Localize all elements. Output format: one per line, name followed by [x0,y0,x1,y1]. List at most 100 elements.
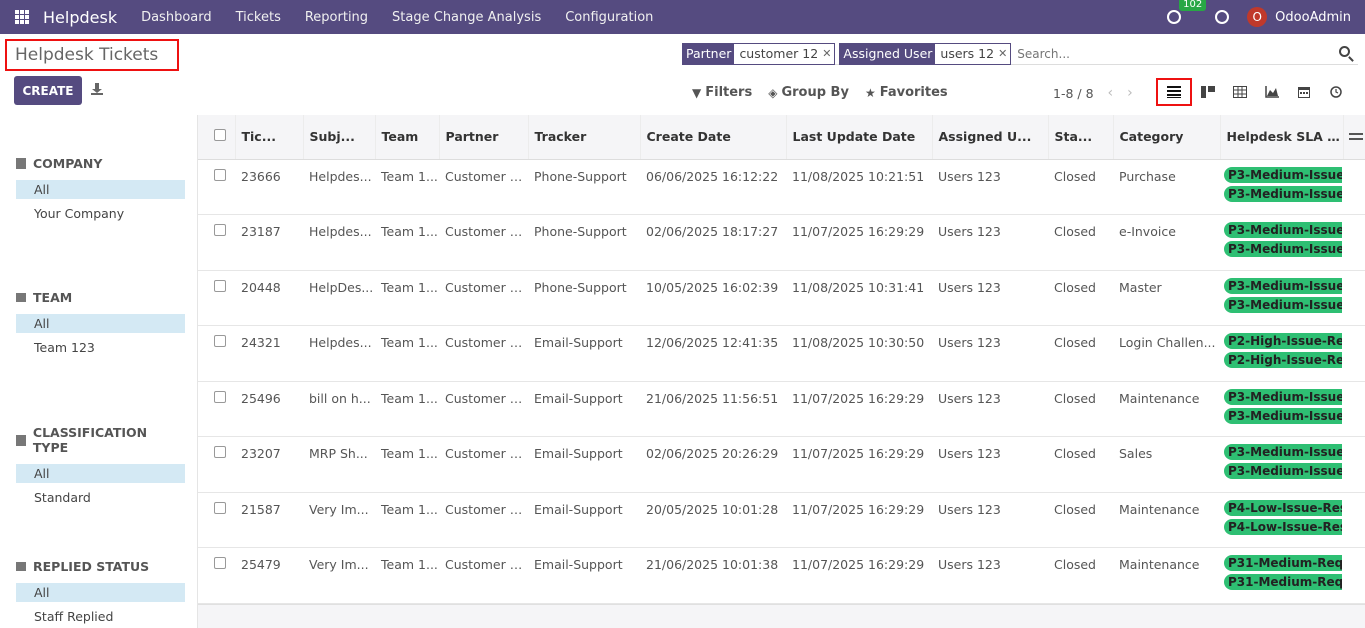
row-checkbox[interactable] [198,325,235,382]
panel-item[interactable]: Team 123 [16,337,185,358]
panel-item[interactable]: Your Company [16,203,185,224]
download-icon[interactable] [91,83,103,95]
column-header-ticket[interactable]: Tic... [235,115,304,160]
pivot-view-button[interactable] [1224,78,1256,106]
row-checkbox[interactable] [198,436,235,493]
cell-category: Master [1113,270,1220,326]
group-by-button[interactable]: ◈ Group By [768,85,849,100]
pager-value[interactable]: 1-8 / 8 [1053,86,1094,101]
panel-title-text: REPLIED STATUS [33,559,150,574]
user-menu[interactable]: OdooAdmin [1275,10,1351,25]
panel-team: TEAM All Team 123 [16,290,185,358]
cell-ticket: 25496 [235,381,303,437]
list-icon [16,434,26,446]
user-avatar[interactable]: O [1247,7,1268,27]
cell-subject: Helpdes... [303,325,375,382]
app-brand[interactable]: Helpdesk [43,8,117,27]
table-row[interactable]: 20448 HelpDes... Team 1... Customer 1... Pho… [198,270,1365,326]
apps-menu-icon[interactable] [15,10,29,24]
table-row[interactable]: 21587 Very Im... Team 1... Customer 1... Ema… [198,492,1365,548]
cell-subject: HelpDes... [303,270,375,326]
cell-subject: Very Im... [303,547,375,604]
select-all-checkbox[interactable] [198,115,236,160]
menu-stage-change-analysis[interactable]: Stage Change Analysis [392,10,541,25]
column-header-stage[interactable]: Sta... [1048,115,1114,160]
table-row[interactable]: 25496 bill on h... Team 1... Customer 1... E… [198,381,1365,437]
search-input[interactable] [1017,46,1338,61]
kanban-icon [1201,86,1215,98]
filters-button[interactable]: ▼ Filters [692,85,752,100]
cell-sla-status: P31-Medium-Reques P31-Medium-Reques [1220,547,1343,604]
panel-title-text: COMPANY [33,156,103,171]
search-icon[interactable] [1339,46,1350,57]
sliders-icon [1348,131,1363,143]
menu-dashboard[interactable]: Dashboard [141,10,212,25]
pager-next-icon[interactable]: › [1127,85,1133,101]
pager: 1-8 / 8 ‹ › [1053,85,1133,101]
table-row[interactable]: 23207 MRP Sh... Team 1... Customer 1... Emai… [198,436,1365,493]
cell-partner: Customer 1... [439,270,528,326]
row-checkbox[interactable] [198,547,235,604]
panel-title: REPLIED STATUS [16,559,185,574]
cell-partner: Customer 1... [439,436,528,493]
column-header-create-date[interactable]: Create Date [640,115,787,160]
cell-stage: Closed [1048,159,1113,215]
remove-facet-icon[interactable]: ✕ [822,47,831,60]
column-header-category[interactable]: Category [1113,115,1221,160]
row-checkbox[interactable] [198,214,235,271]
cell-ticket: 23187 [235,214,303,271]
table-row[interactable]: 23666 Helpdes... Team 1... Customer 1... Pho… [198,159,1365,215]
panel-item[interactable]: Standard [16,487,185,508]
column-header-assigned-user[interactable]: Assigned U... [932,115,1049,160]
panel-title: TEAM [16,290,185,305]
messaging-button[interactable]: 102 [1167,0,1207,24]
create-button[interactable]: CREATE [14,76,82,105]
row-checkbox[interactable] [198,492,235,548]
cell-stage: Closed [1048,270,1113,326]
menu-configuration[interactable]: Configuration [565,10,653,25]
table-row[interactable]: 23187 Helpdes... Team 1... Customer 1... Pho… [198,214,1365,271]
building-icon [16,158,26,169]
column-header-subject[interactable]: Subj... [303,115,376,160]
column-header-team[interactable]: Team [375,115,440,160]
column-header-sla-status[interactable]: Helpdesk SLA St... [1220,115,1344,160]
activities-button[interactable] [1215,10,1230,24]
activity-view-button[interactable] [1320,78,1352,106]
panel-item-all[interactable]: All [16,583,185,602]
panel-item-all[interactable]: All [16,314,185,333]
row-checkbox[interactable] [198,270,235,326]
favorites-button[interactable]: ★ Favorites [865,85,948,100]
graph-view-button[interactable] [1256,78,1288,106]
calendar-view-button[interactable] [1288,78,1320,106]
menu-tickets[interactable]: Tickets [236,10,281,25]
column-header-partner[interactable]: Partner [439,115,529,160]
cell-spacer [1343,381,1365,437]
cell-sla-status: P3-Medium-Issue-Re P3-Medium-Issue-Re [1220,270,1343,326]
cell-assigned-user: Users 123 [932,547,1048,604]
menu-reporting[interactable]: Reporting [305,10,368,25]
cell-partner: Customer 1... [439,381,528,437]
panel-item[interactable]: Staff Replied [16,606,185,627]
table-row[interactable]: 24321 Helpdes... Team 1... Customer 1... Ema… [198,325,1365,382]
kanban-view-button[interactable] [1192,78,1224,106]
cell-spacer [1343,547,1365,604]
panel-item-all[interactable]: All [16,180,185,199]
cell-sla-status: P3-Medium-Issue-Re P3-Medium-Issue-Re [1220,381,1343,437]
chat-icon [1167,10,1182,24]
cell-last-update: 11/07/2025 16:29:29 [786,214,932,271]
list-view-button[interactable] [1156,78,1192,106]
layers-icon: ◈ [768,85,778,100]
sla-tag: P3-Medium-Issue-Re [1224,166,1342,183]
search-bar: Partner customer 12 ✕ Assigned User users… [682,42,1358,65]
facet-value: users 12 ✕ [935,43,1011,64]
optional-columns-button[interactable] [1343,115,1365,160]
row-checkbox[interactable] [198,381,235,437]
row-checkbox[interactable] [198,159,235,215]
table-row[interactable]: 25479 Very Im... Team 1... Customer 1... Ema… [198,547,1365,604]
remove-facet-icon[interactable]: ✕ [998,47,1007,60]
panel-title-text: CLASSIFICATION TYPE [32,425,148,455]
column-header-tracker[interactable]: Tracker [528,115,641,160]
panel-item-all[interactable]: All [16,464,185,483]
column-header-last-update[interactable]: Last Update Date [786,115,933,160]
pager-previous-icon[interactable]: ‹ [1108,85,1114,101]
